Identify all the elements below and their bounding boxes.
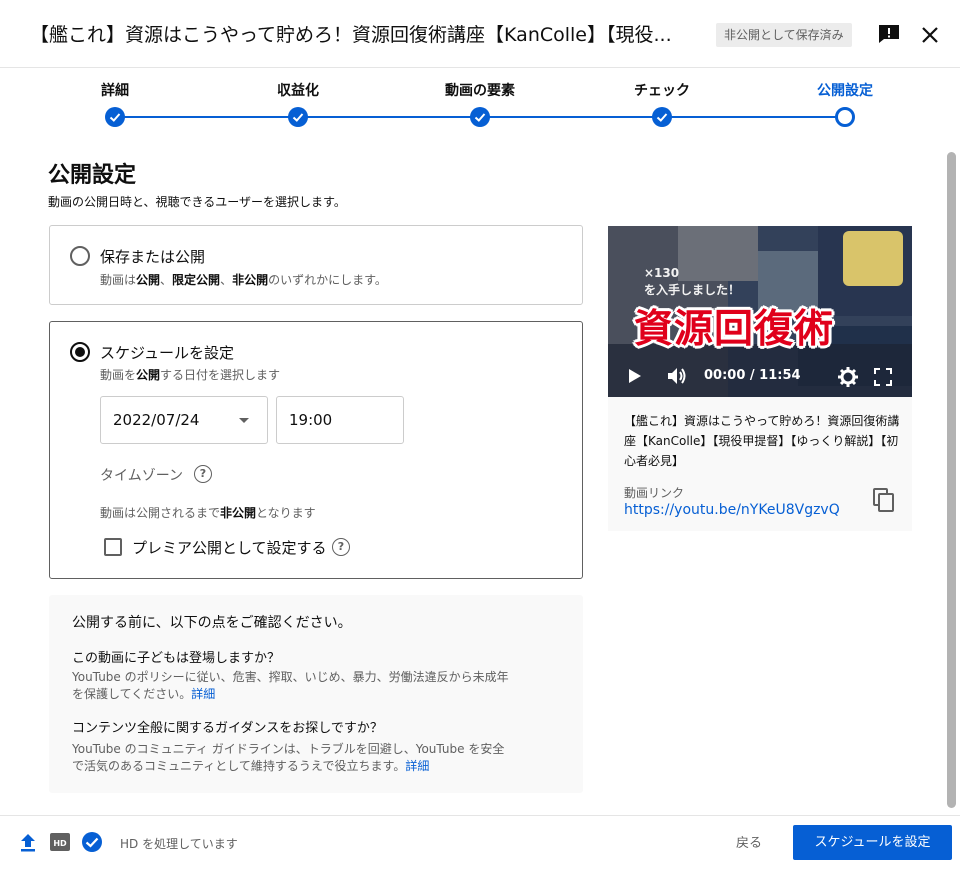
- date-value: 2022/07/24: [113, 411, 200, 429]
- video-title-header: 【艦これ】資源はこうやって貯めろ！資源回復術講座【KanColle】【現役...: [30, 24, 672, 46]
- schedule-button[interactable]: スケジュールを設定: [793, 825, 952, 860]
- play-icon[interactable]: [628, 368, 642, 384]
- step-monetization[interactable]: 収益化: [277, 80, 319, 100]
- copy-icon[interactable]: [873, 488, 895, 512]
- video-player[interactable]: ×130 を入手しました！ 資源回復術 00:00 / 11:54: [608, 226, 912, 397]
- hd-icon: HD: [50, 833, 70, 851]
- page-title: 公開設定: [48, 163, 137, 188]
- step-label: 詳細: [101, 83, 129, 99]
- checklist-desc-guidance: YouTube のコミュニティ ガイドラインは、トラブルを回避し、YouTube…: [72, 742, 505, 773]
- step-video-elements[interactable]: 動画の要素: [445, 80, 515, 100]
- video-link[interactable]: https://youtu.be/nYKeU8VgzvQ: [624, 502, 840, 518]
- date-picker[interactable]: 2022/07/24: [100, 396, 268, 444]
- premiere-checkbox[interactable]: [104, 538, 122, 556]
- video-preview-card: ×130 を入手しました！ 資源回復術 00:00 / 11:54 【艦これ】資…: [608, 226, 912, 531]
- time-display: 00:00 / 11:54: [704, 368, 801, 383]
- step-check-icon[interactable]: [470, 107, 490, 127]
- step-label: チェック: [634, 83, 690, 99]
- step-check-icon[interactable]: [105, 107, 125, 127]
- schedule-radio[interactable]: [70, 342, 90, 362]
- step-details[interactable]: 詳細: [101, 80, 129, 100]
- pre-publish-checklist: 公開する前に、以下の点をご確認ください。 この動画に子どもは登場しますか？ Yo…: [49, 595, 583, 793]
- upload-icon: [21, 834, 35, 852]
- video-title: 【艦これ】資源はこうやって貯めろ！資源回復術講座【KanColle】【現役甲提督…: [624, 414, 900, 468]
- processing-status: HD を処理しています: [120, 837, 238, 851]
- gear-icon[interactable]: [838, 367, 858, 387]
- save-or-publish-subtitle: 動画は公開、限定公開、非公開のいずれかにします。: [100, 273, 387, 287]
- thumb-overlay-text: 資源回復術: [634, 307, 835, 352]
- timezone-label: タイムゾーン: [100, 468, 184, 484]
- svg-text:HD: HD: [53, 839, 67, 848]
- step-visibility[interactable]: 公開設定: [817, 80, 873, 100]
- step-checks[interactable]: チェック: [634, 80, 690, 100]
- checklist-title: 公開する前に、以下の点をご確認ください。: [72, 615, 352, 631]
- upload-stepper: 詳細 収益化 動画の要素 チェック 公開設定: [0, 68, 960, 138]
- checklist-question-children: この動画に子どもは登場しますか？: [72, 651, 281, 666]
- premiere-label[interactable]: プレミア公開として設定する: [132, 537, 327, 558]
- fullscreen-icon[interactable]: [874, 368, 892, 386]
- step-label: 公開設定: [817, 83, 873, 99]
- save-or-publish-radio[interactable]: [70, 246, 90, 266]
- close-icon[interactable]: [920, 25, 940, 45]
- video-link-label: 動画リンク: [624, 486, 685, 500]
- schedule-option[interactable]: スケジュールを設定 動画を公開する日付を選択します 2022/07/24 19:…: [49, 321, 583, 579]
- scrollbar[interactable]: [947, 152, 956, 808]
- volume-icon[interactable]: [666, 366, 688, 386]
- chevron-down-icon: [239, 418, 249, 423]
- help-icon[interactable]: ?: [332, 538, 350, 556]
- time-picker[interactable]: 19:00: [276, 396, 404, 444]
- step-label: 動画の要素: [445, 83, 515, 99]
- schedule-subtitle: 動画を公開する日付を選択します: [100, 368, 281, 382]
- checklist-question-guidance: コンテンツ全般に関するガイダンスをお探しですか？: [72, 721, 383, 736]
- step-label: 収益化: [277, 83, 319, 99]
- step-check-icon[interactable]: [288, 107, 308, 127]
- feedback-icon[interactable]: [878, 24, 900, 44]
- schedule-title: スケジュールを設定: [100, 344, 234, 362]
- page-description: 動画の公開日時と、視聴できるユーザーを選択します。: [48, 195, 346, 209]
- help-icon[interactable]: ?: [194, 465, 212, 483]
- learn-more-link[interactable]: 詳細: [405, 759, 429, 773]
- time-value: 19:00: [289, 411, 333, 429]
- step-current-indicator[interactable]: [835, 107, 855, 127]
- save-or-publish-title: 保存または公開: [100, 248, 206, 266]
- learn-more-link[interactable]: 詳細: [191, 687, 215, 701]
- thumb-caption-obtained: を入手しました！: [644, 283, 741, 297]
- private-until-published-note: 動画は公開されるまで非公開となります: [100, 506, 316, 520]
- checklist-desc-children: YouTube のポリシーに従い、危害、搾取、いじめ、暴力、労働法違反から未成年…: [72, 670, 509, 701]
- step-check-icon[interactable]: [652, 107, 672, 127]
- checks-complete-icon: [82, 832, 102, 852]
- save-or-publish-option[interactable]: 保存または公開 動画は公開、限定公開、非公開のいずれかにします。: [49, 225, 583, 305]
- thumb-caption-count: ×130: [644, 266, 680, 280]
- dialog-header: 【艦これ】資源はこうやって貯めろ！資源回復術講座【KanColle】【現役...…: [0, 0, 960, 68]
- dialog-footer: HD HD を処理しています 戻る スケジュールを設定: [0, 815, 960, 869]
- saved-status-badge: 非公開として保存済み: [716, 23, 852, 47]
- back-button[interactable]: 戻る: [736, 832, 762, 851]
